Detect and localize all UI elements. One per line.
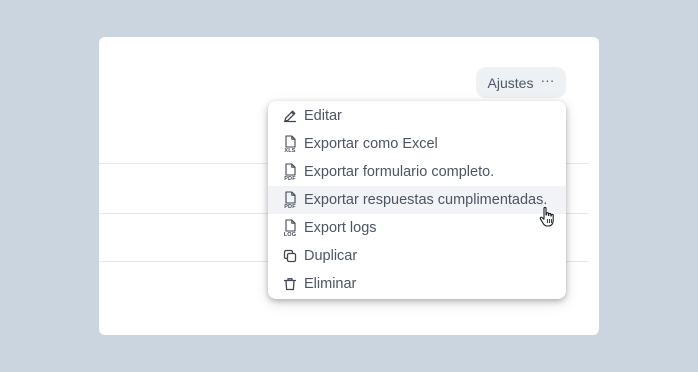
file-type-tag: XLS <box>284 147 296 154</box>
menu-item-edit[interactable]: Editar <box>268 102 566 130</box>
xls-file-icon: XLS <box>282 133 298 155</box>
menu-item-label: Exportar como Excel <box>304 136 438 152</box>
menu-item-label: Exportar formulario completo. <box>304 164 495 180</box>
file-type-tag: PDF <box>284 203 296 210</box>
settings-dropdown-menu: Editar XLS Exportar como Excel PDF Expor… <box>268 101 566 299</box>
menu-item-label: Exportar respuestas cumplimentadas. <box>304 192 548 208</box>
menu-item-delete[interactable]: Eliminar <box>268 270 566 298</box>
menu-item-label: Duplicar <box>304 248 358 264</box>
file-type-tag: PDF <box>284 175 296 182</box>
menu-item-export-excel[interactable]: XLS Exportar como Excel <box>268 130 566 158</box>
log-file-icon: LOG <box>282 217 298 239</box>
menu-item-export-full-form[interactable]: PDF Exportar formulario completo. <box>268 158 566 186</box>
menu-item-label: Editar <box>304 108 342 124</box>
more-icon: ··· <box>540 71 555 88</box>
menu-item-label: Export logs <box>304 220 377 236</box>
pencil-icon <box>282 105 298 127</box>
menu-item-export-logs[interactable]: LOG Export logs <box>268 214 566 242</box>
pdf-file-icon: PDF <box>282 189 298 211</box>
copy-icon <box>282 245 298 267</box>
menu-item-export-answers[interactable]: PDF Exportar respuestas cumplimentadas. <box>268 186 566 214</box>
menu-item-duplicate[interactable]: Duplicar <box>268 242 566 270</box>
trash-icon <box>282 273 298 295</box>
settings-button-label: Ajustes <box>487 74 534 91</box>
settings-button[interactable]: Ajustes ··· <box>476 67 566 98</box>
hand-pointer-cursor-icon <box>539 206 554 227</box>
pdf-file-icon: PDF <box>282 161 298 183</box>
file-type-tag: LOG <box>283 231 297 238</box>
menu-item-label: Eliminar <box>304 276 357 292</box>
